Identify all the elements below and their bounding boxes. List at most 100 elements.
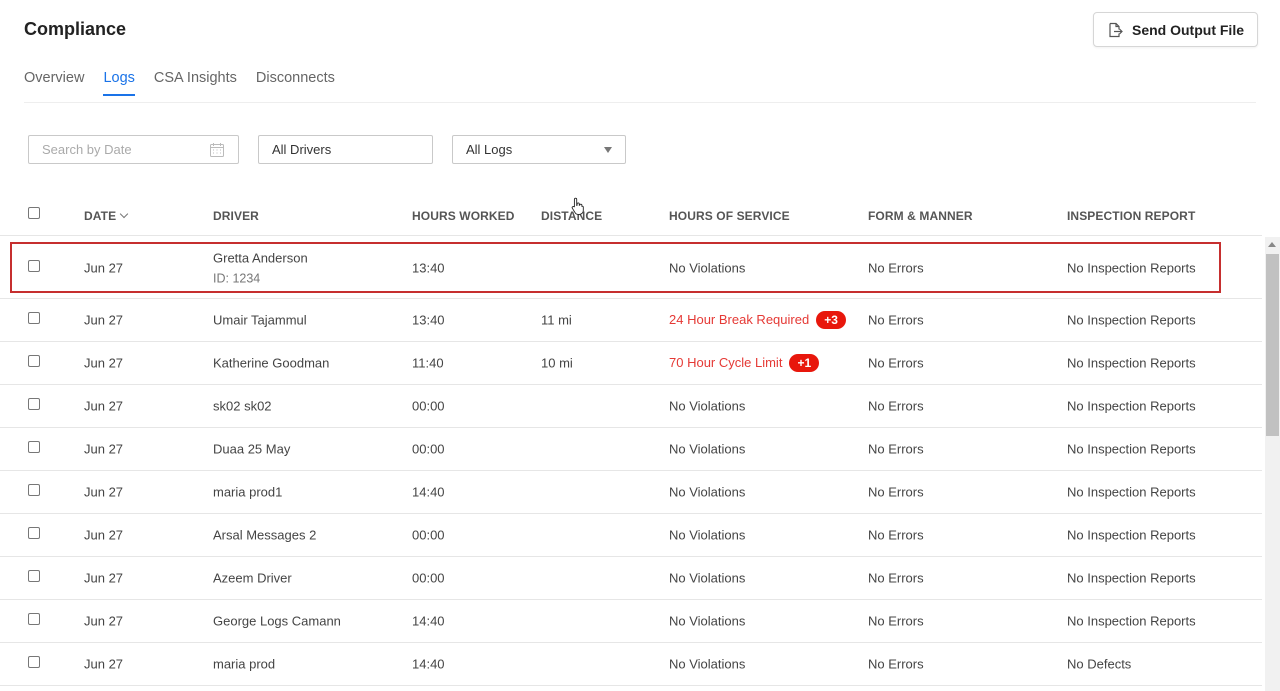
- cell-form-manner: No Errors: [868, 656, 924, 672]
- cell-hours-of-service[interactable]: 70 Hour Cycle Limit +1: [669, 354, 820, 372]
- tab-logs[interactable]: Logs: [103, 70, 136, 96]
- cell-driver[interactable]: Katherine Goodman: [213, 356, 329, 371]
- cell-hours-worked: 00:00: [412, 570, 445, 586]
- logs-select[interactable]: All Logs: [452, 135, 626, 164]
- cell-inspection-report: No Inspection Reports: [1067, 527, 1196, 543]
- table-row[interactable]: Jun 27 Katherine Goodman 11:40 10 mi 70 Hour…: [0, 342, 1262, 385]
- header-date-label: DATE: [84, 209, 117, 223]
- cell-hours-worked: 00:00: [412, 527, 445, 543]
- cell-inspection-report: No Inspection Reports: [1067, 312, 1196, 328]
- cell-hours-of-service: No Violations: [669, 571, 745, 586]
- hos-status: 24 Hour Break Required: [669, 312, 810, 327]
- cell-form-manner: No Errors: [868, 527, 924, 543]
- row-checkbox[interactable]: [28, 259, 40, 272]
- row-checkbox[interactable]: [28, 312, 40, 324]
- driver-name: George Logs Camann: [213, 613, 341, 629]
- driver-name: Gretta Anderson: [213, 250, 308, 265]
- cell-inspection-report: No Inspection Reports: [1067, 570, 1196, 586]
- header-inspection-report: INSPECTION REPORT: [1067, 209, 1196, 223]
- cell-hours-of-service: No Violations: [669, 485, 745, 500]
- calendar-icon[interactable]: [209, 142, 225, 158]
- row-checkbox[interactable]: [28, 613, 40, 625]
- cell-driver[interactable]: maria prod: [213, 657, 275, 672]
- page-title: Compliance: [24, 19, 127, 39]
- table-row[interactable]: Jun 27 Arsal Messages 2 00:00 No Violations…: [0, 514, 1262, 557]
- cell-hours-of-service: No Violations: [669, 442, 745, 457]
- cell-form-manner: No Errors: [868, 398, 924, 414]
- cell-distance: 11 mi: [541, 312, 572, 328]
- row-checkbox[interactable]: [28, 570, 40, 582]
- cell-driver[interactable]: maria prod1: [213, 485, 282, 500]
- cell-hours-worked: 13:40: [412, 312, 445, 328]
- cell-distance: 10 mi: [541, 355, 573, 371]
- tab-csa-insights[interactable]: CSA Insights: [154, 70, 237, 96]
- driver-name: maria prod: [213, 656, 276, 672]
- cell-date: Jun 27: [84, 398, 124, 414]
- tab-overview[interactable]: Overview: [24, 70, 84, 96]
- drivers-select-value: All Drivers: [272, 142, 332, 157]
- table-row[interactable]: Jun 27 maria prod1 14:40 No Violations No Er…: [0, 471, 1262, 514]
- file-export-icon: [1109, 22, 1123, 37]
- cell-date: Jun 27: [84, 312, 124, 328]
- driver-name: Umair Tajammul: [213, 312, 307, 328]
- table-row[interactable]: Jun 27 maria prod 14:40 No Violations No Err…: [0, 643, 1262, 686]
- row-checkbox[interactable]: [28, 527, 40, 539]
- cell-driver[interactable]: Umair Tajammul: [213, 313, 307, 328]
- cell-driver[interactable]: George Logs Camann: [213, 614, 341, 629]
- cell-date: Jun 27: [84, 527, 124, 543]
- send-output-file-button[interactable]: Send Output File: [1093, 12, 1258, 47]
- date-search-input[interactable]: Search by Date: [28, 135, 239, 164]
- cell-driver[interactable]: sk02 sk02: [213, 399, 272, 414]
- cell-hours-of-service: No Violations: [669, 657, 745, 672]
- table-row[interactable]: Jun 27 Azeem Driver 00:00 No Violations No E…: [0, 557, 1262, 600]
- caret-down-icon: [604, 146, 612, 153]
- header-hours-of-service: HOURS OF SERVICE: [669, 209, 790, 223]
- cell-form-manner: No Errors: [868, 312, 924, 328]
- driver-id: ID: 1234: [213, 271, 261, 285]
- hos-status: No Violations: [669, 398, 746, 414]
- violation-count-badge[interactable]: +1: [789, 354, 820, 372]
- scroll-up-icon[interactable]: [1268, 242, 1276, 247]
- hos-status: 70 Hour Cycle Limit: [669, 355, 783, 370]
- cell-hours-worked: 00:00: [412, 398, 445, 414]
- cell-hours-of-service[interactable]: 24 Hour Break Required +3: [669, 311, 846, 329]
- drivers-select[interactable]: All Drivers: [258, 135, 433, 164]
- cell-driver[interactable]: Azeem Driver: [213, 571, 292, 586]
- hos-status: No Violations: [669, 484, 746, 500]
- row-checkbox[interactable]: [28, 656, 40, 668]
- cell-inspection-report: No Inspection Reports: [1067, 484, 1196, 500]
- row-checkbox[interactable]: [28, 484, 40, 496]
- row-checkbox[interactable]: [28, 355, 40, 367]
- table-header: DATE DRIVER HOURS WORKED DISTANCE HOURS …: [0, 196, 1262, 236]
- tab-disconnects[interactable]: Disconnects: [256, 70, 335, 96]
- select-all-checkbox[interactable]: [28, 207, 40, 219]
- cell-date: Jun 27: [84, 355, 124, 371]
- hos-status: No Violations: [669, 441, 746, 457]
- cell-inspection-report: No Inspection Reports: [1067, 260, 1196, 275]
- table-row[interactable]: Jun 27 Duaa 25 May 00:00 No Violations No Er…: [0, 428, 1262, 471]
- hos-status: No Violations: [669, 260, 746, 275]
- violation-count-badge[interactable]: +3: [816, 311, 846, 329]
- row-checkbox[interactable]: [28, 441, 40, 453]
- cell-date: Jun 27: [84, 656, 124, 672]
- row-checkbox[interactable]: [28, 398, 40, 410]
- cell-driver[interactable]: Gretta Anderson ID: 1234: [213, 250, 308, 285]
- table-row[interactable]: Jun 27 Umair Tajammul 13:40 11 mi 24 Hour Br…: [0, 299, 1262, 342]
- header-date[interactable]: DATE: [84, 209, 129, 223]
- cell-form-manner: No Errors: [868, 260, 924, 275]
- cell-driver[interactable]: Duaa 25 May: [213, 442, 290, 457]
- cell-form-manner: No Errors: [868, 441, 924, 457]
- cell-hours-of-service: No Violations: [669, 614, 745, 629]
- cell-hours-worked: 14:40: [412, 656, 445, 672]
- driver-name: maria prod1: [213, 484, 283, 500]
- cell-driver[interactable]: Arsal Messages 2: [213, 528, 316, 543]
- tab-bar: Overview Logs CSA Insights Disconnects: [24, 70, 335, 96]
- logs-table-body: Jun 27 Gretta Anderson ID: 1234 13:40 No Vio…: [0, 237, 1262, 686]
- table-row[interactable]: Jun 27 George Logs Camann 14:40 No Violatio…: [0, 600, 1262, 643]
- cell-form-manner: No Errors: [868, 613, 924, 629]
- scrollbar-thumb[interactable]: [1266, 254, 1279, 436]
- scrollbar[interactable]: [1265, 237, 1280, 691]
- table-row[interactable]: Jun 27 sk02 sk02 00:00 No Violations No Erro…: [0, 385, 1262, 428]
- driver-name: sk02 sk02: [213, 398, 272, 414]
- table-row[interactable]: Jun 27 Gretta Anderson ID: 1234 13:40 No Vio…: [0, 237, 1262, 299]
